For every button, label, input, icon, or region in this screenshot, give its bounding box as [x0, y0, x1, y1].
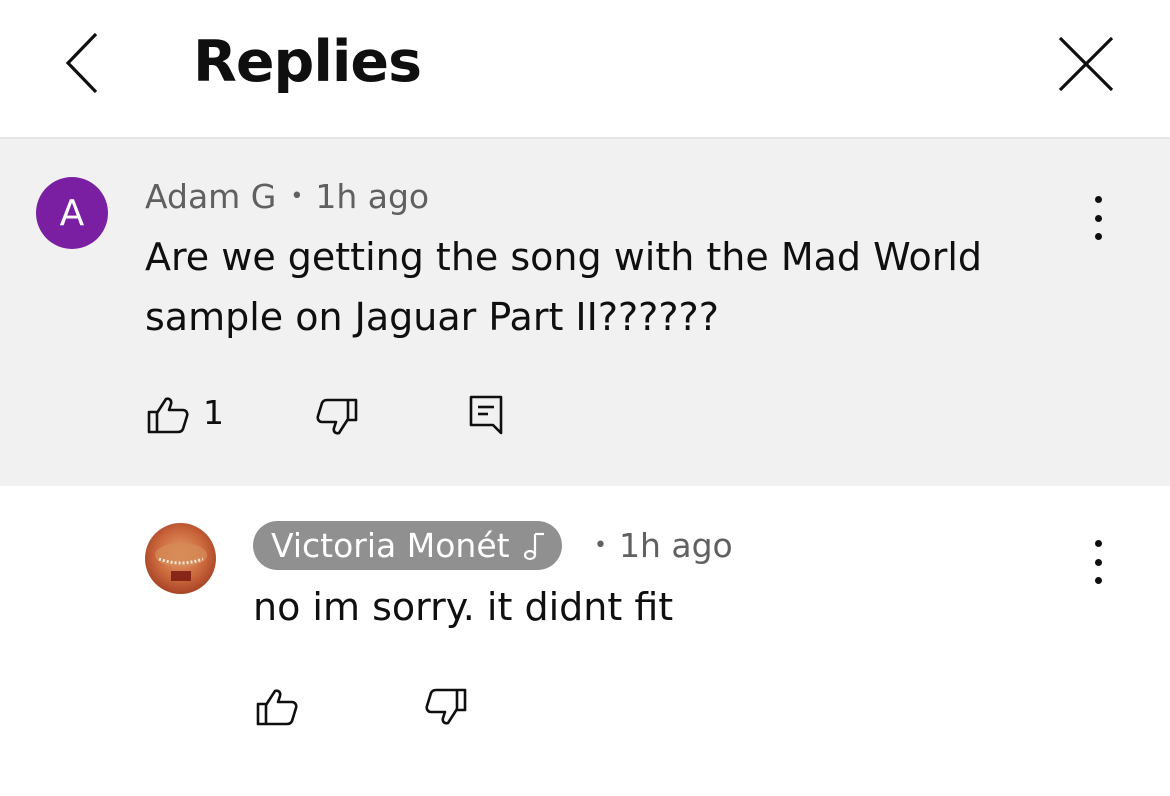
comment-time: 1h ago — [315, 177, 430, 216]
chevron-left-icon — [65, 32, 98, 94]
avatar[interactable] — [145, 523, 216, 594]
comment-text: Are we getting the song with the Mad Wor… — [145, 227, 982, 347]
thumbs-up-icon — [147, 397, 189, 434]
dislike-button[interactable] — [316, 398, 358, 436]
author-name-chip[interactable]: Victoria Monét — [253, 521, 562, 570]
header-bar: Replies — [0, 0, 1170, 139]
more-options-button[interactable] — [1086, 540, 1110, 584]
kebab-dot — [1094, 540, 1102, 547]
thumbs-up-icon — [256, 689, 298, 726]
parent-comment: A Adam G • 1h ago Are we getting the son… — [0, 139, 1170, 486]
avatar[interactable]: A — [36, 177, 108, 249]
reply-comment: Victoria Monét • 1h ago no im sorry. it … — [0, 486, 1170, 796]
kebab-dot — [1094, 558, 1102, 566]
comment-text: no im sorry. it didnt fit — [253, 585, 674, 629]
comment-text-line: Are we getting the song with the Mad Wor… — [145, 235, 983, 279]
author-name[interactable]: Adam G — [145, 177, 276, 216]
thumbs-down-icon — [316, 398, 358, 435]
reply-button[interactable] — [469, 395, 505, 435]
meta-separator: • — [290, 184, 304, 209]
close-icon — [1058, 36, 1114, 92]
like-count: 1 — [203, 393, 224, 432]
kebab-dot — [1094, 214, 1102, 222]
comment-icon — [469, 395, 503, 435]
comment-meta: Adam G • 1h ago — [145, 177, 429, 216]
kebab-dot — [1094, 196, 1102, 203]
kebab-dot — [1094, 233, 1102, 240]
close-button[interactable] — [1057, 35, 1115, 93]
reply-meta: • 1h ago — [594, 526, 733, 565]
kebab-dot — [1094, 577, 1102, 584]
like-button[interactable] — [147, 396, 189, 434]
author-name: Victoria Monét — [271, 526, 510, 565]
comment-text-line: sample on Jaguar Part II?????? — [145, 295, 719, 339]
meta-separator: • — [594, 533, 607, 558]
like-button[interactable] — [256, 688, 298, 726]
back-button[interactable] — [58, 30, 108, 96]
comment-time: 1h ago — [618, 526, 733, 565]
avatar-image — [145, 523, 216, 594]
dislike-button[interactable] — [425, 688, 467, 726]
music-note-icon — [523, 531, 546, 561]
page-title: Replies — [193, 29, 422, 95]
more-options-button[interactable] — [1086, 196, 1110, 240]
thumbs-down-icon — [425, 688, 467, 725]
